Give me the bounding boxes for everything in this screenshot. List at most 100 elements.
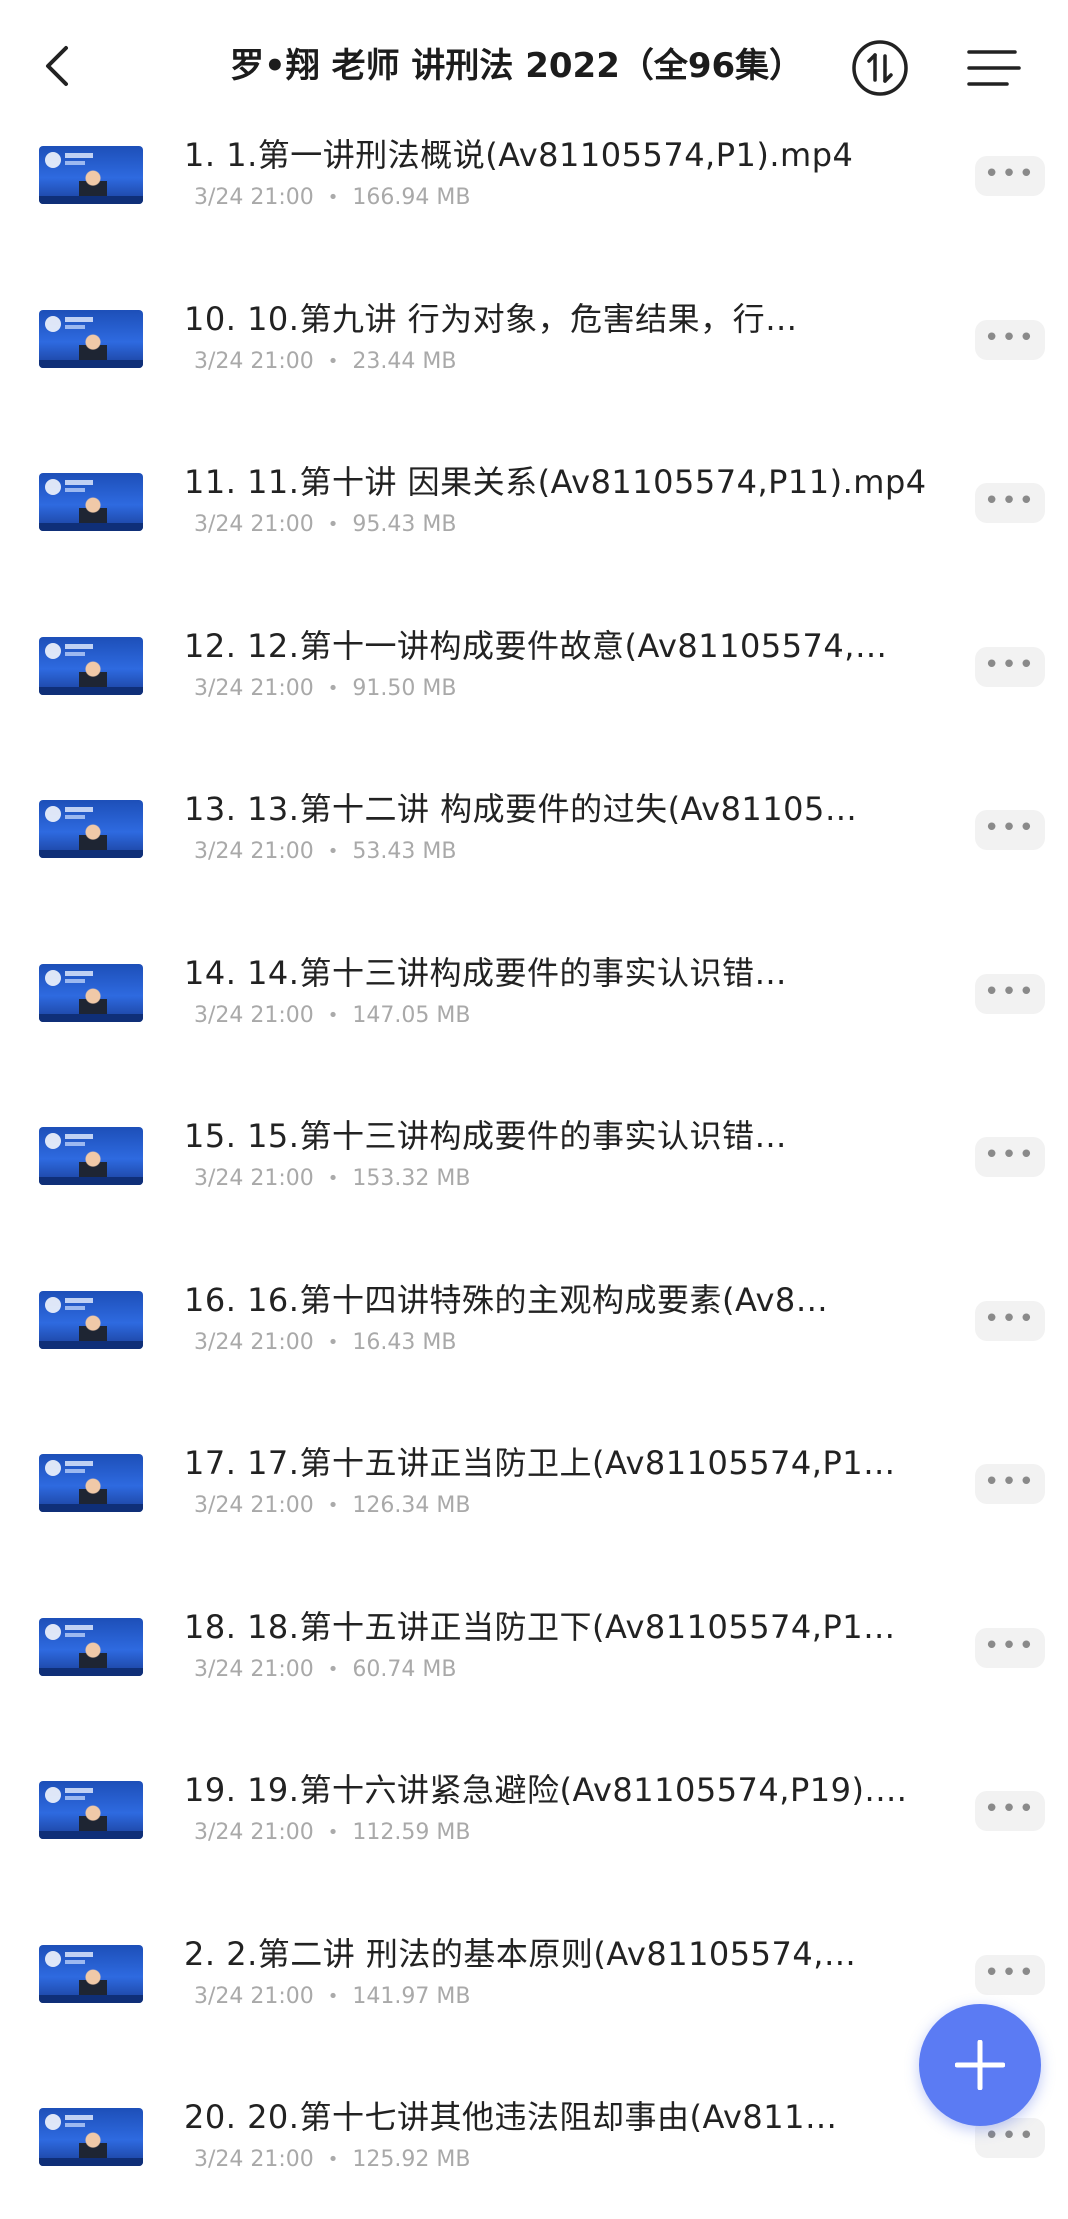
file-row[interactable]: 12. 12.第十一讲构成要件故意(Av81105574,… 3/24 21:00… bbox=[0, 585, 1068, 748]
video-thumbnail bbox=[39, 2108, 143, 2166]
video-thumbnail bbox=[39, 1454, 143, 1512]
file-name: 16. 16.第十四讲特殊的主观构成要素(Av8… bbox=[184, 1281, 829, 1319]
file-date: 3/24 21:00 bbox=[194, 1820, 314, 1845]
file-size: 23.44 MB bbox=[352, 349, 457, 374]
file-date: 3/24 21:00 bbox=[194, 1984, 314, 2009]
file-name: 12. 12.第十一讲构成要件故意(Av81105574,… bbox=[184, 627, 888, 665]
file-meta: 3/24 21:00 • 16.43 MB bbox=[194, 1327, 456, 1359]
file-name: 14. 14.第十三讲构成要件的事实认识错… bbox=[184, 954, 787, 992]
more-options-button[interactable]: ••• bbox=[975, 1791, 1045, 1831]
file-date: 3/24 21:00 bbox=[194, 512, 314, 537]
video-thumbnail bbox=[39, 473, 143, 531]
menu-button[interactable] bbox=[965, 40, 1023, 96]
file-meta: 3/24 21:00 • 125.92 MB bbox=[194, 2144, 470, 2176]
meta-separator: • bbox=[327, 1822, 339, 1843]
meta-separator: • bbox=[327, 187, 339, 208]
video-thumbnail bbox=[39, 964, 143, 1022]
video-thumbnail bbox=[39, 1945, 143, 2003]
meta-separator: • bbox=[327, 1168, 339, 1189]
chevron-left-icon bbox=[46, 46, 68, 86]
file-size: 166.94 MB bbox=[352, 185, 471, 210]
meta-separator: • bbox=[327, 1495, 339, 1516]
file-size: 112.59 MB bbox=[352, 1820, 471, 1845]
file-size: 141.97 MB bbox=[352, 1984, 471, 2009]
more-options-button[interactable]: ••• bbox=[975, 810, 1045, 850]
file-row[interactable]: 2. 2.第二讲 刑法的基本原则(Av81105574,… 3/24 21:00 •… bbox=[0, 1893, 1068, 2056]
file-date: 3/24 21:00 bbox=[194, 349, 314, 374]
top-bar: 罗•翔 老师 讲刑法 2022（全96集） bbox=[0, 0, 1068, 128]
file-row[interactable]: 13. 13.第十二讲 构成要件的过失(Av81105… 3/24 21:00 • 5… bbox=[0, 748, 1068, 911]
file-date: 3/24 21:00 bbox=[194, 2147, 314, 2172]
file-row[interactable]: 19. 19.第十六讲紧急避险(Av81105574,P19).… 3/24 21… bbox=[0, 1729, 1068, 1892]
more-options-button[interactable]: ••• bbox=[975, 974, 1045, 1014]
meta-separator: • bbox=[327, 1005, 339, 1026]
more-options-button[interactable]: ••• bbox=[975, 1628, 1045, 1668]
file-date: 3/24 21:00 bbox=[194, 185, 314, 210]
file-meta: 3/24 21:00 • 53.43 MB bbox=[194, 836, 456, 868]
file-row[interactable]: 11. 11.第十讲 因果关系(Av81105574,P11).mp4 3/24 … bbox=[0, 421, 1068, 584]
video-thumbnail bbox=[39, 800, 143, 858]
file-meta: 3/24 21:00 • 126.34 MB bbox=[194, 1490, 470, 1522]
file-row[interactable]: 18. 18.第十五讲正当防卫下(Av81105574,P1… 3/24 21:0… bbox=[0, 1566, 1068, 1729]
add-button[interactable] bbox=[919, 2004, 1041, 2126]
file-name: 19. 19.第十六讲紧急避险(Av81105574,P19).… bbox=[184, 1771, 908, 1809]
file-date: 3/24 21:00 bbox=[194, 1166, 314, 1191]
meta-separator: • bbox=[327, 2149, 339, 2170]
meta-separator: • bbox=[327, 1986, 339, 2007]
more-options-button[interactable]: ••• bbox=[975, 1301, 1045, 1341]
plus-icon bbox=[955, 2040, 1005, 2090]
video-thumbnail bbox=[39, 1127, 143, 1185]
file-date: 3/24 21:00 bbox=[194, 1330, 314, 1355]
file-row[interactable]: 15. 15.第十三讲构成要件的事实认识错… 3/24 21:00 • 153.32 … bbox=[0, 1075, 1068, 1238]
file-size: 125.92 MB bbox=[352, 2147, 471, 2172]
more-options-button[interactable]: ••• bbox=[975, 1137, 1045, 1177]
more-options-button[interactable]: ••• bbox=[975, 320, 1045, 360]
file-size: 95.43 MB bbox=[352, 512, 457, 537]
file-name: 17. 17.第十五讲正当防卫上(Av81105574,P1… bbox=[184, 1444, 896, 1482]
file-name: 15. 15.第十三讲构成要件的事实认识错… bbox=[184, 1117, 787, 1155]
file-size: 60.74 MB bbox=[352, 1657, 457, 1682]
meta-separator: • bbox=[327, 514, 339, 535]
file-meta: 3/24 21:00 • 60.74 MB bbox=[194, 1654, 456, 1686]
more-options-button[interactable]: ••• bbox=[975, 483, 1045, 523]
back-button[interactable] bbox=[36, 38, 84, 94]
file-row[interactable]: 10. 10.第九讲 行为对象，危害结果，行… 3/24 21:00 • 23.44 … bbox=[0, 258, 1068, 421]
meta-separator: • bbox=[327, 1332, 339, 1353]
page-title: 罗•翔 老师 讲刑法 2022（全96集） bbox=[230, 46, 804, 86]
file-meta: 3/24 21:00 • 112.59 MB bbox=[194, 1817, 470, 1849]
more-options-button[interactable]: ••• bbox=[975, 156, 1045, 196]
file-size: 126.34 MB bbox=[352, 1493, 471, 1518]
file-meta: 3/24 21:00 • 95.43 MB bbox=[194, 509, 456, 541]
file-name: 20. 20.第十七讲其他违法阻却事由(Av811… bbox=[184, 2098, 838, 2136]
file-date: 3/24 21:00 bbox=[194, 676, 314, 701]
file-name: 18. 18.第十五讲正当防卫下(Av81105574,P1… bbox=[184, 1608, 896, 1646]
menu-icon bbox=[967, 50, 1021, 86]
file-meta: 3/24 21:00 • 23.44 MB bbox=[194, 346, 456, 378]
file-meta: 3/24 21:00 • 153.32 MB bbox=[194, 1163, 470, 1195]
file-date: 3/24 21:00 bbox=[194, 839, 314, 864]
video-thumbnail bbox=[39, 146, 143, 204]
more-options-button[interactable]: ••• bbox=[975, 1464, 1045, 1504]
file-meta: 3/24 21:00 • 147.05 MB bbox=[194, 1000, 470, 1032]
video-thumbnail bbox=[39, 1291, 143, 1349]
video-thumbnail bbox=[39, 1618, 143, 1676]
file-row[interactable]: 17. 17.第十五讲正当防卫上(Av81105574,P1… 3/24 21:0… bbox=[0, 1402, 1068, 1565]
file-size: 16.43 MB bbox=[352, 1330, 457, 1355]
file-row[interactable]: 20. 20.第十七讲其他违法阻却事由(Av811… 3/24 21:00 • 125… bbox=[0, 2056, 1068, 2219]
more-options-button[interactable]: ••• bbox=[975, 1955, 1045, 1995]
video-thumbnail bbox=[39, 310, 143, 368]
sort-icon bbox=[852, 40, 908, 96]
video-thumbnail bbox=[39, 1781, 143, 1839]
file-size: 53.43 MB bbox=[352, 839, 457, 864]
meta-separator: • bbox=[327, 351, 339, 372]
file-date: 3/24 21:00 bbox=[194, 1003, 314, 1028]
file-date: 3/24 21:00 bbox=[194, 1493, 314, 1518]
file-date: 3/24 21:00 bbox=[194, 1657, 314, 1682]
file-row[interactable]: 16. 16.第十四讲特殊的主观构成要素(Av8… 3/24 21:00 • 16.4… bbox=[0, 1239, 1068, 1402]
file-name: 2. 2.第二讲 刑法的基本原则(Av81105574,… bbox=[184, 1935, 857, 1973]
file-row[interactable]: 14. 14.第十三讲构成要件的事实认识错… 3/24 21:00 • 147.05 … bbox=[0, 912, 1068, 1075]
sort-button[interactable] bbox=[850, 38, 910, 98]
meta-separator: • bbox=[327, 1659, 339, 1680]
file-name: 13. 13.第十二讲 构成要件的过失(Av81105… bbox=[184, 790, 858, 828]
more-options-button[interactable]: ••• bbox=[975, 647, 1045, 687]
